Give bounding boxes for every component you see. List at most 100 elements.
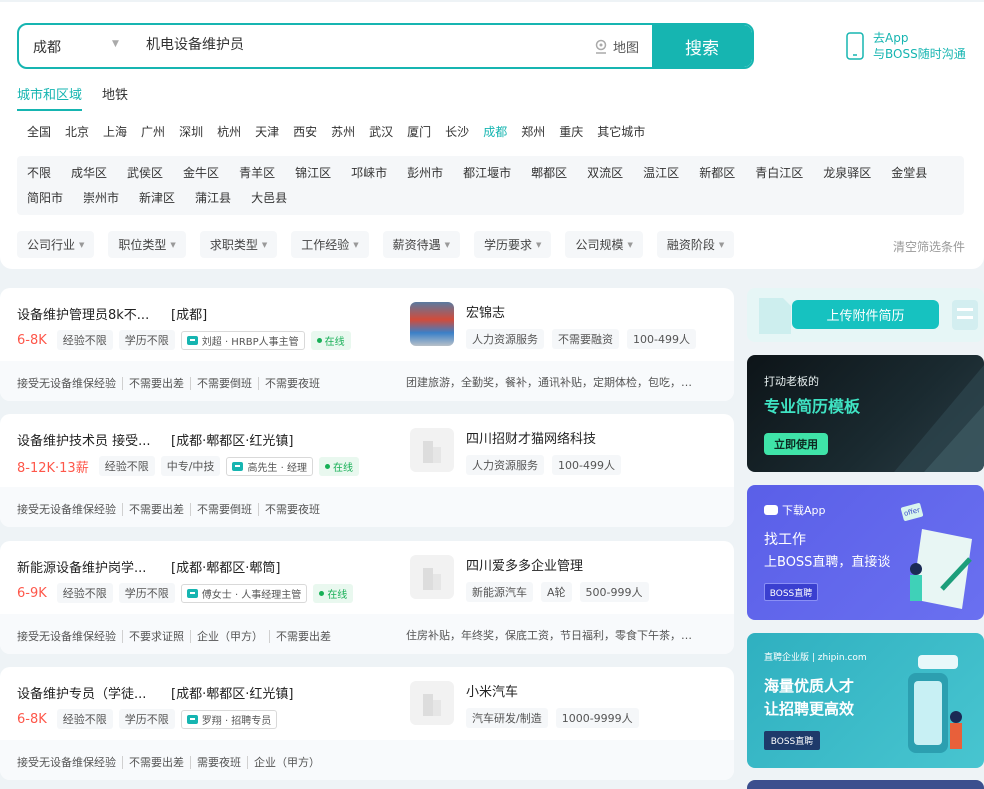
list-icon bbox=[952, 300, 978, 330]
job-title[interactable]: 设备维护专员（学徒... bbox=[17, 683, 167, 702]
filter-industry[interactable]: 公司行业 ▼ bbox=[17, 231, 95, 258]
banner-subtitle: 上BOSS直聘，直接谈 bbox=[764, 555, 891, 570]
city-item[interactable]: 天津 bbox=[255, 123, 279, 140]
district-item[interactable]: 简阳市 bbox=[27, 189, 63, 206]
tab-city-district[interactable]: 城市和区域 bbox=[17, 84, 83, 111]
clear-filters-link[interactable]: 清空筛选条件 bbox=[893, 238, 965, 255]
company-tags: 人力资源服务 不需要融资 100-499人 bbox=[466, 329, 696, 349]
city-item[interactable]: 北京 bbox=[65, 123, 89, 140]
filter-seek-type[interactable]: 求职类型 ▼ bbox=[199, 231, 278, 258]
city-selector[interactable]: 成都 bbox=[33, 37, 61, 57]
district-item[interactable]: 不限 bbox=[27, 164, 51, 181]
district-item[interactable]: 武侯区 bbox=[127, 164, 163, 181]
location-tabs: 城市和区域 地铁 bbox=[17, 84, 128, 111]
filter-bar: 公司行业 ▼ 职位类型 ▼ 求职类型 ▼ 工作经验 ▼ 薪资待遇 ▼ 学历要求 ▼ 公司规模… bbox=[17, 231, 735, 258]
district-item[interactable]: 崇州市 bbox=[83, 189, 119, 206]
building-icon bbox=[423, 568, 441, 590]
chevron-down-icon: ▼ bbox=[261, 240, 268, 249]
upload-resume-button[interactable]: 上传附件简历 bbox=[792, 300, 939, 329]
city-item[interactable]: 杭州 bbox=[217, 123, 241, 140]
chevron-down-icon[interactable]: ▼ bbox=[112, 39, 119, 49]
district-item[interactable]: 新津区 bbox=[139, 189, 175, 206]
online-badge: 在线 bbox=[310, 330, 351, 350]
district-item[interactable]: 金堂县 bbox=[891, 164, 927, 181]
city-item[interactable]: 上海 bbox=[103, 123, 127, 140]
district-item[interactable]: 邛崃市 bbox=[351, 164, 387, 181]
company-logo-placeholder[interactable] bbox=[410, 681, 454, 725]
job-tag: 经验不限 bbox=[56, 709, 113, 729]
filter-job-type[interactable]: 职位类型 ▼ bbox=[108, 231, 186, 258]
job-title[interactable]: 设备维护技术员 接受... bbox=[17, 430, 167, 449]
job-card[interactable]: 设备维护管理员8k不... [成都] 6-8K 经验不限 学历不限 刘超 · H… bbox=[0, 288, 734, 401]
city-item[interactable]: 深圳 bbox=[179, 123, 203, 140]
city-item-other[interactable]: 其它城市 bbox=[597, 123, 645, 140]
app-promo-line1: 去App bbox=[873, 31, 909, 45]
filter-experience[interactable]: 工作经验 ▼ bbox=[291, 231, 369, 258]
company-logo[interactable] bbox=[410, 302, 454, 346]
recruiter-chat-button[interactable]: 傅女士 · 人事经理主管 bbox=[180, 583, 308, 603]
city-item[interactable]: 武汉 bbox=[369, 123, 393, 140]
company-name[interactable]: 宏锦志 bbox=[466, 302, 505, 321]
district-item[interactable]: 新都区 bbox=[699, 164, 735, 181]
recruiter-chat-button[interactable]: 高先生 · 经理 bbox=[226, 456, 313, 476]
job-title[interactable]: 设备维护管理员8k不... bbox=[17, 304, 167, 323]
company-name[interactable]: 四川招财才猫网络科技 bbox=[466, 428, 596, 447]
job-salary: 8-12K·13薪 bbox=[17, 460, 89, 476]
abstract-shape-icon bbox=[894, 365, 984, 472]
company-logo-placeholder[interactable] bbox=[410, 428, 454, 472]
district-item[interactable]: 彭州市 bbox=[407, 164, 443, 181]
district-item[interactable]: 温江区 bbox=[643, 164, 679, 181]
search-input[interactable] bbox=[146, 36, 576, 52]
boss-brand-badge: BOSS直聘 bbox=[764, 583, 818, 601]
map-button[interactable]: 地图 bbox=[593, 37, 639, 56]
district-item[interactable]: 龙泉驿区 bbox=[823, 164, 871, 181]
job-tags: 6-8K 经验不限 学历不限 刘超 · HRBP人事主管 在线 bbox=[17, 330, 351, 350]
district-item[interactable]: 锦江区 bbox=[295, 164, 331, 181]
district-item[interactable]: 蒲江县 bbox=[195, 189, 231, 206]
district-item[interactable]: 金牛区 bbox=[183, 164, 219, 181]
company-tags: 汽车研发/制造 1000-9999人 bbox=[466, 708, 639, 728]
app-promo[interactable]: 去App 与BOSS随时沟通 bbox=[845, 30, 966, 62]
city-item[interactable]: 长沙 bbox=[445, 123, 469, 140]
filter-company-size[interactable]: 公司规模 ▼ bbox=[565, 231, 643, 258]
city-item-selected[interactable]: 成都 bbox=[483, 123, 507, 140]
city-item[interactable]: 厦门 bbox=[407, 123, 431, 140]
city-item[interactable]: 西安 bbox=[293, 123, 317, 140]
use-template-button[interactable]: 立即使用 bbox=[764, 433, 828, 455]
job-tag: 学历不限 bbox=[118, 583, 175, 603]
filter-funding[interactable]: 融资阶段 ▼ bbox=[656, 231, 735, 258]
recruiter-chat-button[interactable]: 罗翔 · 招聘专员 bbox=[180, 709, 278, 729]
job-card[interactable]: 设备维护专员（学徒... [成都·郫都区·红光镇] 6-8K 经验不限 学历不限… bbox=[0, 667, 734, 780]
banner-title: 找工作 bbox=[764, 532, 806, 548]
city-item[interactable]: 郑州 bbox=[521, 123, 545, 140]
district-item[interactable]: 郫都区 bbox=[531, 164, 567, 181]
district-item[interactable]: 青羊区 bbox=[239, 164, 275, 181]
app-promo-line2: 与BOSS随时沟通 bbox=[873, 47, 966, 61]
city-item[interactable]: 重庆 bbox=[559, 123, 583, 140]
tab-subway[interactable]: 地铁 bbox=[102, 84, 128, 111]
job-card[interactable]: 设备维护技术员 接受... [成都·郫都区·红光镇] 8-12K·13薪 经验不… bbox=[0, 414, 734, 527]
job-title[interactable]: 新能源设备维护岗学... bbox=[17, 557, 167, 576]
bottom-banner-partial[interactable] bbox=[747, 780, 984, 789]
job-tag: 经验不限 bbox=[56, 583, 113, 603]
recruiter-chat-button[interactable]: 刘超 · HRBP人事主管 bbox=[180, 330, 305, 350]
building-icon bbox=[423, 441, 441, 463]
district-item[interactable]: 成华区 bbox=[71, 164, 107, 181]
filter-salary[interactable]: 薪资待遇 ▼ bbox=[382, 231, 461, 258]
company-name[interactable]: 四川爱多多企业管理 bbox=[466, 555, 583, 574]
district-item[interactable]: 青白江区 bbox=[755, 164, 803, 181]
district-item[interactable]: 双流区 bbox=[587, 164, 623, 181]
company-name[interactable]: 小米汽车 bbox=[466, 681, 518, 700]
district-item[interactable]: 大邑县 bbox=[251, 189, 287, 206]
download-app-banner[interactable]: 下载App 找工作 上BOSS直聘，直接谈 BOSS直聘 offer bbox=[747, 485, 984, 620]
search-button[interactable]: 搜索 bbox=[652, 25, 752, 67]
city-item[interactable]: 广州 bbox=[141, 123, 165, 140]
district-item[interactable]: 都江堰市 bbox=[463, 164, 511, 181]
company-logo-placeholder[interactable] bbox=[410, 555, 454, 599]
city-item[interactable]: 全国 bbox=[27, 123, 51, 140]
resume-template-banner[interactable]: 打动老板的 专业简历模板 立即使用 bbox=[747, 355, 984, 472]
job-card[interactable]: 新能源设备维护岗学... [成都·郫都区·郫筒] 6-9K 经验不限 学历不限 … bbox=[0, 541, 734, 654]
city-item[interactable]: 苏州 bbox=[331, 123, 355, 140]
filter-education[interactable]: 学历要求 ▼ bbox=[474, 231, 552, 258]
enterprise-recruit-banner[interactable]: 直聘企业版 | zhipin.com 海量优质人才 让招聘更高效 BOSS直聘 bbox=[747, 633, 984, 768]
